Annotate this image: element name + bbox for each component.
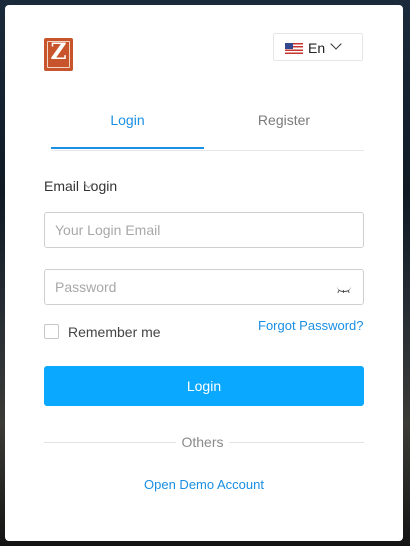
remember-label: Remember me (68, 324, 161, 340)
others-divider-label: Others (181, 434, 224, 450)
brand-logo: Z (44, 38, 73, 71)
divider-line-left (44, 442, 176, 443)
login-card: Z En Login Register Email Login Remember… (5, 5, 403, 541)
remember-checkbox[interactable] (44, 324, 59, 339)
auth-tabs: Login Register (51, 102, 364, 151)
chevron-down-icon (330, 38, 342, 50)
open-demo-account-link[interactable]: Open Demo Account (44, 477, 364, 493)
eye-lash (343, 290, 345, 293)
tab-register[interactable]: Register (204, 102, 364, 149)
login-button[interactable]: Login (44, 366, 364, 406)
logo-letter: Z (50, 39, 67, 65)
tab-login[interactable]: Login (51, 102, 204, 149)
eye-closed-icon[interactable] (337, 286, 351, 294)
password-input[interactable] (44, 269, 364, 305)
language-code: En (308, 40, 326, 56)
forgot-password-link[interactable]: Forgot Password? (258, 318, 364, 334)
email-input[interactable] (44, 212, 364, 248)
login-method-selector[interactable]: Email Login (44, 177, 117, 195)
divider-line-right (229, 442, 364, 443)
language-selector[interactable]: En (273, 33, 363, 61)
flag-canton (285, 43, 293, 49)
us-flag-icon (285, 43, 303, 54)
